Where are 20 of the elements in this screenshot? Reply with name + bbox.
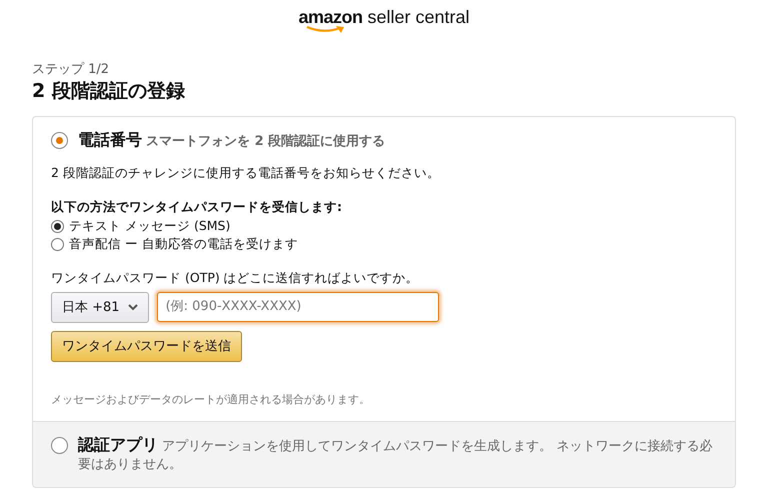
instruction-text: 2 段階認証のチャレンジに使用する電話番号をお知らせください。 <box>51 164 441 182</box>
radio-button[interactable] <box>51 220 64 233</box>
page-title: 2 段階認証の登録 <box>32 80 186 102</box>
chevron-down-icon <box>128 304 138 311</box>
radio-label[interactable]: テキスト メッセージ (SMS) <box>69 217 230 236</box>
method-option-label[interactable]: 電話番号 スマートフォンを 2 段階認証に使用する <box>78 129 386 152</box>
radio-label[interactable]: 音声配信 ー 自動応答の電話を受けます <box>69 235 298 254</box>
logo-product-name: seller central <box>367 6 470 29</box>
radio-button[interactable] <box>51 436 68 454</box>
smile-arrow-icon <box>306 26 346 34</box>
otp-question: ワンタイムパスワード (OTP) はどこに送信すればよいですか。 <box>51 269 420 288</box>
send-otp-button[interactable]: ワンタイムパスワードを送信 <box>51 330 242 362</box>
country-code-select[interactable]: 日本 +81 <box>51 292 149 323</box>
radio-button[interactable] <box>51 132 68 150</box>
radio-button[interactable] <box>51 238 64 251</box>
delivery-heading: 以下の方法でワンタイムパスワードを受信します: <box>51 198 343 216</box>
disclaimer-text: メッセージおよびデータのレートが適用される場合があります。 <box>51 392 371 408</box>
phone-number-field[interactable]: (例: 090-XXXX-XXXX) <box>156 292 439 322</box>
logo-wordmark: amazon <box>298 8 362 26</box>
step-indicator: ステップ 1/2 <box>32 61 110 79</box>
